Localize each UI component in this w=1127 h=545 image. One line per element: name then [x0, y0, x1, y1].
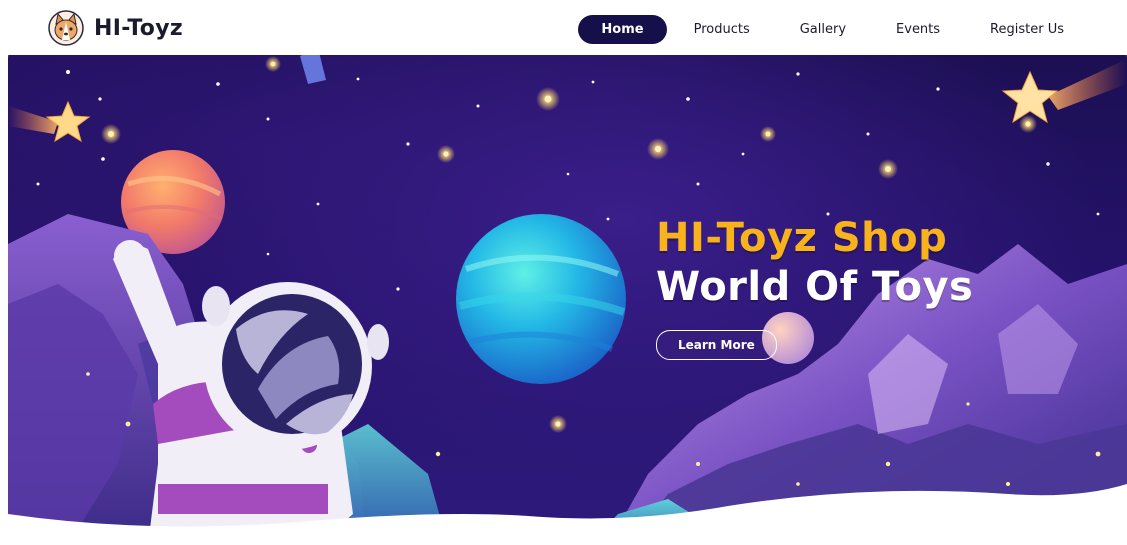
- brand-logo[interactable]: HI-Toyz: [48, 10, 183, 46]
- brand-name: HI-Toyz: [94, 15, 183, 41]
- nav-item-home[interactable]: Home: [578, 15, 667, 44]
- hero-subtitle: World Of Toys: [656, 264, 974, 310]
- nav-item-products[interactable]: Products: [671, 15, 773, 44]
- nav-item-register-us[interactable]: Register Us: [967, 15, 1087, 44]
- main-nav: Home Products Gallery Events Register Us: [578, 15, 1087, 44]
- nav-item-gallery[interactable]: Gallery: [777, 15, 869, 44]
- nav-item-events[interactable]: Events: [873, 15, 963, 44]
- learn-more-button[interactable]: Learn More: [656, 330, 777, 360]
- hero-banner: HI-Toyz Shop World Of Toys Learn More: [8, 44, 1127, 545]
- comet-left: [8, 100, 91, 143]
- site-header: HI-Toyz Home Products Gallery Events Reg…: [0, 0, 1127, 55]
- comet-right: [1001, 59, 1127, 124]
- hero-title: HI-Toyz Shop: [656, 215, 948, 261]
- corgi-logo-icon: [48, 10, 84, 46]
- hero-text-block: HI-Toyz Shop World Of Toys Learn More: [656, 214, 974, 360]
